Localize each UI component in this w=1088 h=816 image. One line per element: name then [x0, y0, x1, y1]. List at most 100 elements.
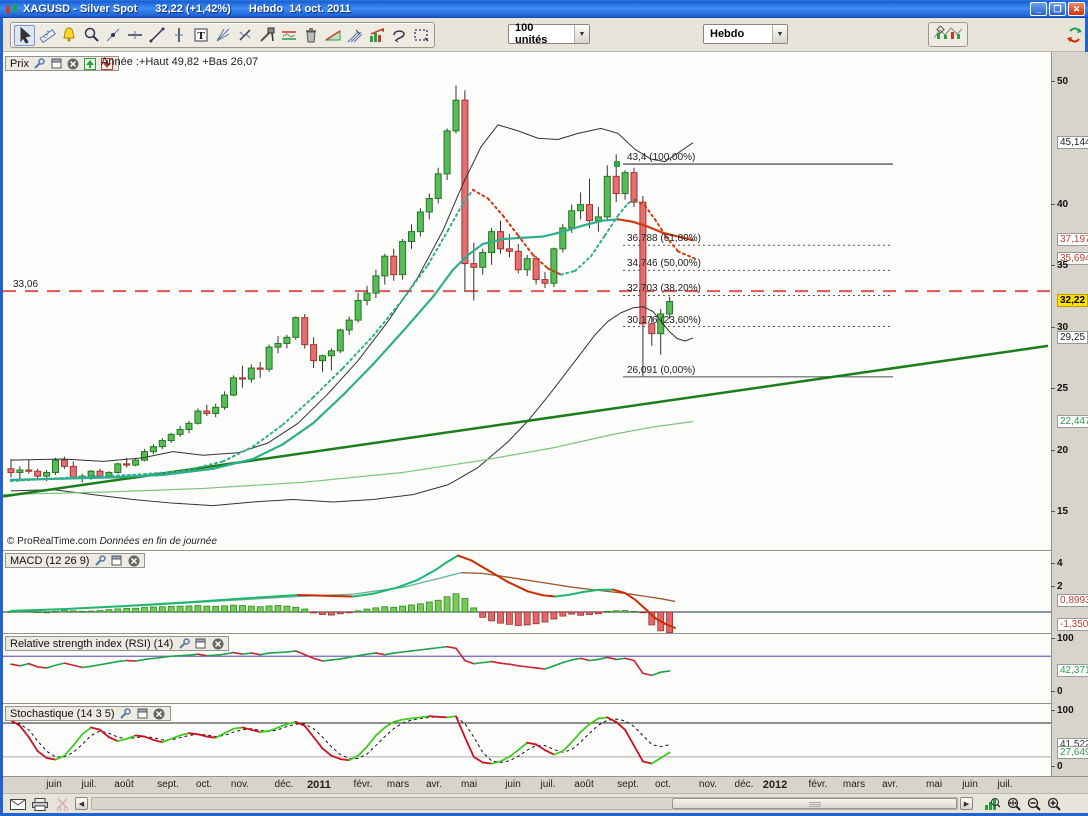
tool-trend-line-button[interactable]	[146, 25, 167, 46]
restore-button[interactable]: ❐	[1049, 2, 1066, 16]
panel-separator	[3, 703, 1088, 704]
stoch-panel-header: Stochastique (14 3 5)	[5, 706, 171, 721]
axis-label-price: 22,447	[1057, 415, 1088, 428]
move-panel-up-icon[interactable]	[84, 57, 97, 70]
chevron-down-icon[interactable]: ▼	[574, 25, 589, 43]
rsi-panel-header: Relative strength index (RSI) (14)	[5, 636, 229, 651]
tool-fan-lines-button[interactable]	[212, 25, 233, 46]
scrollbar-thumb[interactable]	[672, 798, 957, 809]
tool-horizontal-line-button[interactable]	[124, 25, 145, 46]
fib-level-label: 34,746 (50,00%)	[627, 258, 701, 269]
tool-dot-marker-button[interactable]	[102, 25, 123, 46]
ruler-icon	[38, 26, 56, 44]
tool-support-resistance-button[interactable]	[278, 25, 299, 46]
tool-drawing-tools-button[interactable]	[256, 25, 277, 46]
detach-window-icon[interactable]	[110, 554, 123, 567]
month-label: sept.	[608, 779, 648, 790]
tool-chart-annotation-button[interactable]	[366, 25, 387, 46]
tool-segment-cross-button[interactable]	[234, 25, 255, 46]
detach-window-icon[interactable]	[194, 637, 207, 650]
month-label: juil.	[69, 779, 109, 790]
close-panel-icon[interactable]	[127, 554, 140, 567]
month-label: déc.	[264, 779, 304, 790]
price-chart-canvas[interactable]	[3, 52, 1051, 550]
cut-icon[interactable]	[53, 796, 71, 812]
axis-label-rsi: 100	[1057, 633, 1074, 644]
zoom-box-icon	[412, 26, 430, 44]
tool-triangle-pattern-button[interactable]	[322, 25, 343, 46]
dot-marker-icon	[104, 26, 122, 44]
axis-label-stoch: 0	[1057, 761, 1063, 772]
year-label: 2012	[755, 779, 795, 791]
horizontal-level-label: 33,06	[13, 279, 38, 290]
rsi-label: Relative strength index (RSI) (14)	[10, 638, 173, 650]
tool-lasso-button[interactable]	[388, 25, 409, 46]
date-axis[interactable]: juinjuil.aoûtsept.oct.nov.déc.2011févr.m…	[3, 776, 1088, 793]
chart-scrollbar[interactable]	[91, 797, 958, 810]
tool-vertical-line-button[interactable]	[168, 25, 189, 46]
minimize-button[interactable]: _	[1030, 2, 1047, 16]
zoom-data-icon[interactable]	[983, 796, 1001, 812]
close-panel-icon[interactable]	[153, 707, 166, 720]
units-dropdown[interactable]: 100 unités ▼	[508, 24, 590, 44]
axis-label-price: 29,25	[1057, 331, 1088, 344]
close-button[interactable]: ✕	[1068, 2, 1085, 16]
settings-wrench-icon[interactable]	[93, 554, 106, 567]
zoom-in-icon[interactable]	[1045, 796, 1063, 812]
magnifier-icon	[82, 26, 100, 44]
scroll-right-button[interactable]: ▶	[960, 797, 973, 810]
support-resistance-icon	[280, 26, 298, 44]
close-panel-icon[interactable]	[211, 637, 224, 650]
print-icon[interactable]	[31, 796, 49, 812]
settings-wrench-icon[interactable]	[33, 57, 46, 70]
zoom-out-icon[interactable]	[1025, 796, 1043, 812]
month-label: août	[104, 779, 144, 790]
price-panel-label: Prix	[10, 58, 29, 70]
month-label: oct.	[184, 779, 224, 790]
month-label: juil.	[985, 779, 1025, 790]
right-axis[interactable]: 5045,1444037,19735,6943532,223029,252522…	[1051, 52, 1088, 776]
tool-ruler-button[interactable]	[36, 25, 57, 46]
tool-pointer-button[interactable]	[14, 25, 35, 46]
copyright-note: © ProRealTime.com Données en fin de jour…	[7, 536, 217, 547]
chevron-down-icon[interactable]: ▼	[772, 25, 787, 43]
triangle-pattern-icon	[324, 26, 342, 44]
app-icon	[5, 3, 19, 15]
settings-wrench-icon[interactable]	[119, 707, 132, 720]
month-label: avr.	[414, 779, 454, 790]
tool-text-button[interactable]: T	[190, 25, 211, 46]
chart-area[interactable]	[3, 52, 1051, 776]
axis-label-price: 25	[1057, 383, 1068, 394]
zoom-fit-icon[interactable]	[1005, 796, 1023, 812]
chart-type-button[interactable]	[928, 22, 968, 47]
settings-wrench-icon[interactable]	[177, 637, 190, 650]
fib-level-label: 30,176 (23,60%)	[627, 315, 701, 326]
month-label: mai	[449, 779, 489, 790]
fib-level-label: 43,4 (100,00%)	[627, 152, 695, 163]
tool-delete-button[interactable]	[300, 25, 321, 46]
titlebar[interactable]: XAGUSD - Silver Spot 32,22 (+1,42%) Hebd…	[0, 0, 1088, 18]
close-panel-icon[interactable]	[67, 57, 80, 70]
tool-magnifier-button[interactable]	[80, 25, 101, 46]
chart-annotation-icon	[368, 26, 386, 44]
axis-label-price: 32,22	[1057, 294, 1088, 307]
month-label: juil.	[528, 779, 568, 790]
tool-pitchfork-button[interactable]	[344, 25, 365, 46]
timeframe-dropdown[interactable]: Hebdo ▼	[703, 24, 788, 44]
axis-label-price: 37,197	[1057, 233, 1088, 246]
tool-alerts-button[interactable]	[58, 25, 79, 46]
refresh-data-icon[interactable]	[1067, 26, 1083, 46]
axis-label-price: 40	[1057, 199, 1068, 210]
macd-chart-canvas[interactable]	[3, 552, 1051, 633]
axis-label-rsi: 0	[1057, 686, 1063, 697]
scroll-left-button[interactable]: ◀	[75, 797, 88, 810]
month-label: mars	[378, 779, 418, 790]
mail-icon[interactable]	[9, 796, 27, 812]
detach-window-icon[interactable]	[50, 57, 63, 70]
month-label: oct.	[643, 779, 683, 790]
tool-zoom-box-button[interactable]	[410, 25, 431, 46]
pitchfork-icon	[346, 26, 364, 44]
stoch-label: Stochastique (14 3 5)	[10, 708, 115, 720]
drawing-tools-icon	[258, 26, 276, 44]
detach-window-icon[interactable]	[136, 707, 149, 720]
